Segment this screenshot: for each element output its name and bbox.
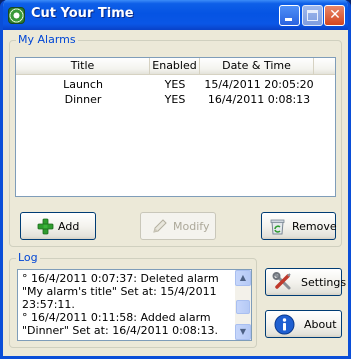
remove-button-label: Remove [292, 220, 337, 233]
alarm-enabled: YES [164, 78, 186, 91]
modify-button-label: Modify [173, 220, 210, 233]
recycle-bin-icon [270, 219, 285, 235]
close-icon: ✕ [329, 7, 341, 23]
about-button[interactable]: About [265, 310, 342, 338]
window-title: Cut Your Time [31, 6, 134, 21]
column-header-enabled[interactable]: Enabled [150, 58, 200, 75]
alarm-title: Launch [63, 78, 103, 91]
alarm-datetime: 16/4/2011 0:08:13 [207, 93, 311, 106]
settings-button-label: Settings [301, 276, 347, 289]
alarm-enabled: YES [164, 93, 186, 106]
alarms-list-header: Title Enabled Date & Time [16, 58, 335, 75]
log-textbox[interactable]: ° 16/4/2011 0:07:37: Deleted alarm "My a… [17, 269, 252, 341]
maximize-button[interactable] [302, 5, 323, 26]
remove-button[interactable]: Remove [261, 212, 337, 240]
modify-button[interactable]: Modify [140, 212, 216, 240]
maximize-icon [307, 10, 318, 21]
alarms-group-label: My Alarms [16, 33, 78, 46]
add-button-label: Add [58, 220, 80, 233]
about-button-label: About [304, 318, 337, 331]
chevron-down-icon: ▼ [239, 327, 247, 336]
pencil-icon [153, 219, 167, 233]
chevron-up-icon: ▲ [239, 273, 247, 282]
log-scrollbar[interactable]: ▲ ▼ [235, 270, 251, 340]
log-text: ° 16/4/2011 0:07:37: Deleted alarm "My a… [22, 272, 219, 337]
scroll-up-button[interactable]: ▲ [235, 270, 251, 286]
app-window: Cut Your Time ✕ My Alarms Title Enabled … [0, 0, 351, 359]
tools-icon [272, 272, 291, 290]
alarms-list[interactable]: Title Enabled Date & Time Launch YES 15/… [15, 57, 336, 197]
scroll-thumb[interactable] [236, 300, 250, 314]
add-button[interactable]: Add [20, 212, 96, 240]
close-button[interactable]: ✕ [324, 5, 345, 26]
alarms-group: My Alarms Title Enabled Date & Time Laun… [9, 33, 342, 247]
info-icon [274, 314, 295, 335]
scroll-down-button[interactable]: ▼ [235, 324, 251, 340]
alarm-row[interactable]: Launch YES 15/4/2011 20:05:20 [16, 77, 335, 92]
log-group: Log ° 16/4/2011 0:07:37: Deleted alarm "… [9, 251, 257, 348]
title-bar[interactable]: Cut Your Time ✕ [3, 0, 348, 30]
alarm-clock-icon[interactable] [8, 7, 25, 24]
settings-button[interactable]: Settings [265, 268, 346, 296]
column-header-title[interactable]: Title [16, 58, 150, 75]
alarm-title: Dinner [64, 93, 102, 106]
log-group-label: Log [16, 251, 40, 264]
plus-icon [37, 218, 54, 235]
minimize-icon [285, 18, 292, 21]
alarm-row[interactable]: Dinner YES 16/4/2011 0:08:13 [16, 92, 335, 107]
column-header-datetime[interactable]: Date & Time [200, 58, 314, 75]
minimize-button[interactable] [279, 5, 300, 26]
alarm-datetime: 15/4/2011 20:05:20 [204, 78, 314, 91]
